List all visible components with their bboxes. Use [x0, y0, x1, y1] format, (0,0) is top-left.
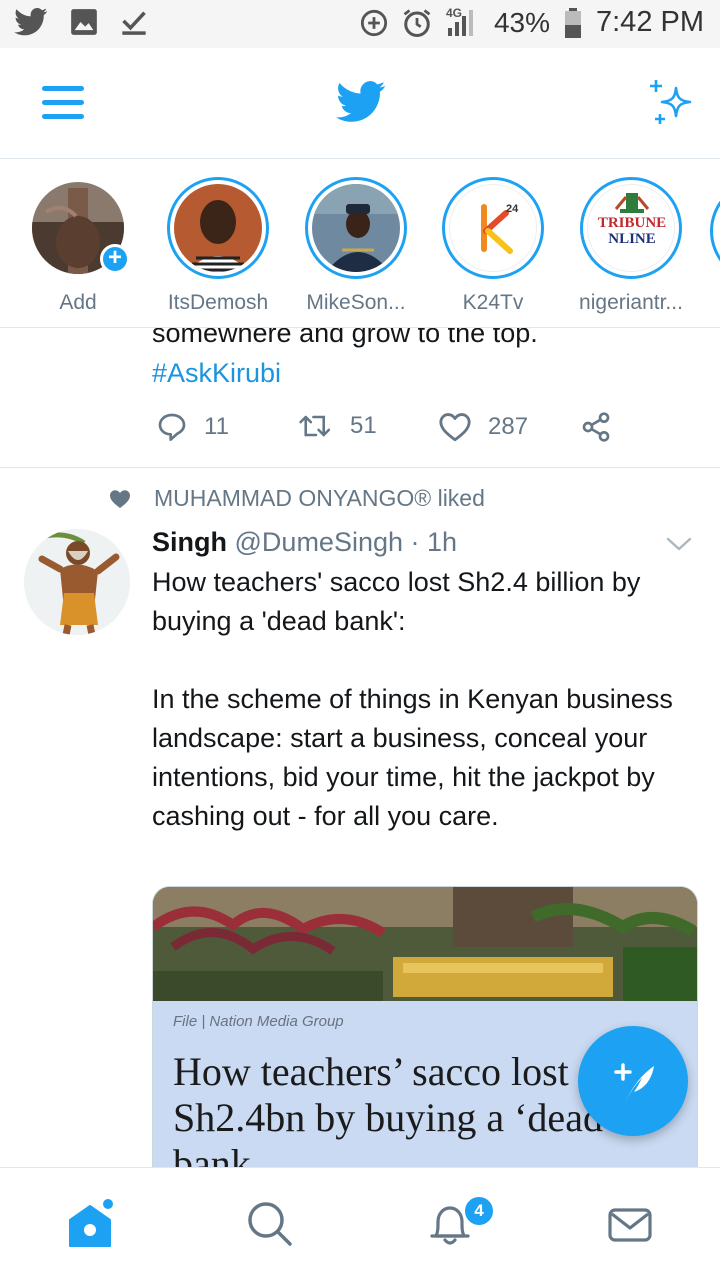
tweet-header: Singh @DumeSingh · 1h [152, 527, 457, 558]
tribune-logo-line2: NLINE [608, 231, 656, 247]
add-story-badge[interactable]: + [100, 244, 130, 274]
reply-count: 11 [204, 413, 229, 440]
share-button[interactable] [580, 411, 612, 443]
story-next-peek[interactable] [710, 180, 720, 282]
avatar[interactable] [24, 529, 130, 635]
previous-tweet-text-tail: somewhere and grow to the top. [152, 327, 538, 348]
battery-icon [565, 7, 581, 38]
social-context: MUHAMMAD ONYANGO® liked [108, 485, 485, 512]
avatar: TRIBUNE NLINE [587, 184, 675, 272]
story-itsdemosh[interactable]: ItsDemosh [153, 177, 283, 315]
home-icon[interactable] [64, 1198, 116, 1250]
top-app-bar [0, 48, 720, 159]
card-photo-credit: File | Nation Media Group [173, 1013, 344, 1030]
story-label: Add [59, 291, 97, 314]
story-label: MikeSon... [306, 291, 406, 314]
clock: 7:42 PM [596, 6, 704, 38]
avatar: 24 [449, 184, 537, 272]
bottom-navigation: 4 [0, 1167, 720, 1281]
data-saver-icon [360, 9, 388, 36]
story-ring: TRIBUNE NLINE [580, 177, 682, 279]
compose-tweet-button[interactable] [578, 1026, 688, 1136]
reply-button[interactable]: 11 [156, 411, 229, 443]
retweet-icon [299, 415, 331, 437]
story-label: ItsDemosh [167, 291, 269, 314]
tweet-text: How teachers' sacco lost Sh2.4 billion b… [152, 567, 673, 831]
card-image [153, 887, 697, 1001]
k24-logo-icon [481, 204, 513, 254]
twitter-notification-icon [14, 8, 48, 36]
story-add[interactable]: + Add [13, 177, 143, 315]
story-mikeson[interactable]: MikeSon... [291, 177, 421, 315]
story-label: nigeriantr... [579, 291, 683, 314]
story-k24tv[interactable]: 24 K24Tv [428, 177, 558, 315]
twitter-bird-icon [336, 81, 386, 122]
hashtag-link[interactable]: #AskKirubi [152, 353, 538, 393]
heart-filled-icon [110, 489, 130, 508]
like-button[interactable]: 287 [438, 411, 528, 443]
story-ring: + [27, 177, 130, 279]
alarm-icon [403, 8, 431, 37]
avatar [312, 184, 400, 272]
avatar [174, 184, 262, 272]
previous-tweet-actions: 11 51 287 [156, 411, 626, 451]
display-name[interactable]: Singh [152, 527, 227, 557]
k24-logo-text: 24 [506, 203, 519, 215]
reply-icon [158, 413, 186, 441]
fleets-bar: + Add ItsDemosh MikeSon... 24 K24Tv TRIB… [0, 159, 720, 328]
share-icon [582, 412, 610, 442]
notification-badge: 4 [462, 1194, 496, 1228]
story-ring [305, 177, 407, 279]
image-notification-icon [71, 9, 97, 35]
tribune-logo-line1: TRIBUNE [597, 215, 667, 231]
social-context-text: MUHAMMAD ONYANGO® liked [154, 485, 485, 511]
search-icon[interactable] [244, 1198, 296, 1250]
signal-icon [447, 9, 473, 36]
hamburger-menu-icon[interactable] [38, 78, 88, 128]
signal-indicator: 4G [446, 6, 480, 38]
retweet-button[interactable]: 51 [298, 411, 377, 441]
retweet-count: 51 [350, 412, 377, 439]
download-done-icon [122, 11, 146, 35]
tribune-logo: TRIBUNE NLINE [590, 215, 674, 247]
coat-of-arms-icon [614, 193, 650, 213]
tweet-divider [0, 467, 720, 468]
messages-icon[interactable] [604, 1198, 656, 1250]
story-label: K24Tv [462, 291, 524, 314]
battery-percent: 43% [493, 6, 550, 38]
status-bar: 4G 43% 7:42 PM [0, 0, 720, 48]
heart-icon [439, 413, 471, 442]
previous-tweet-text: somewhere and grow to the top. #AskKirub… [152, 327, 538, 393]
story-ring: 24 [442, 177, 544, 279]
chevron-down-icon[interactable] [664, 533, 694, 555]
sparkle-icon[interactable] [644, 74, 698, 128]
like-count: 287 [488, 413, 529, 440]
tweet-timestamp: · 1h [410, 527, 458, 557]
user-handle[interactable]: @DumeSingh [235, 527, 404, 557]
story-nigeriantribune[interactable]: TRIBUNE NLINE nigeriantr... [566, 177, 696, 315]
story-ring [167, 177, 269, 279]
compose-quill-icon [614, 1063, 654, 1104]
